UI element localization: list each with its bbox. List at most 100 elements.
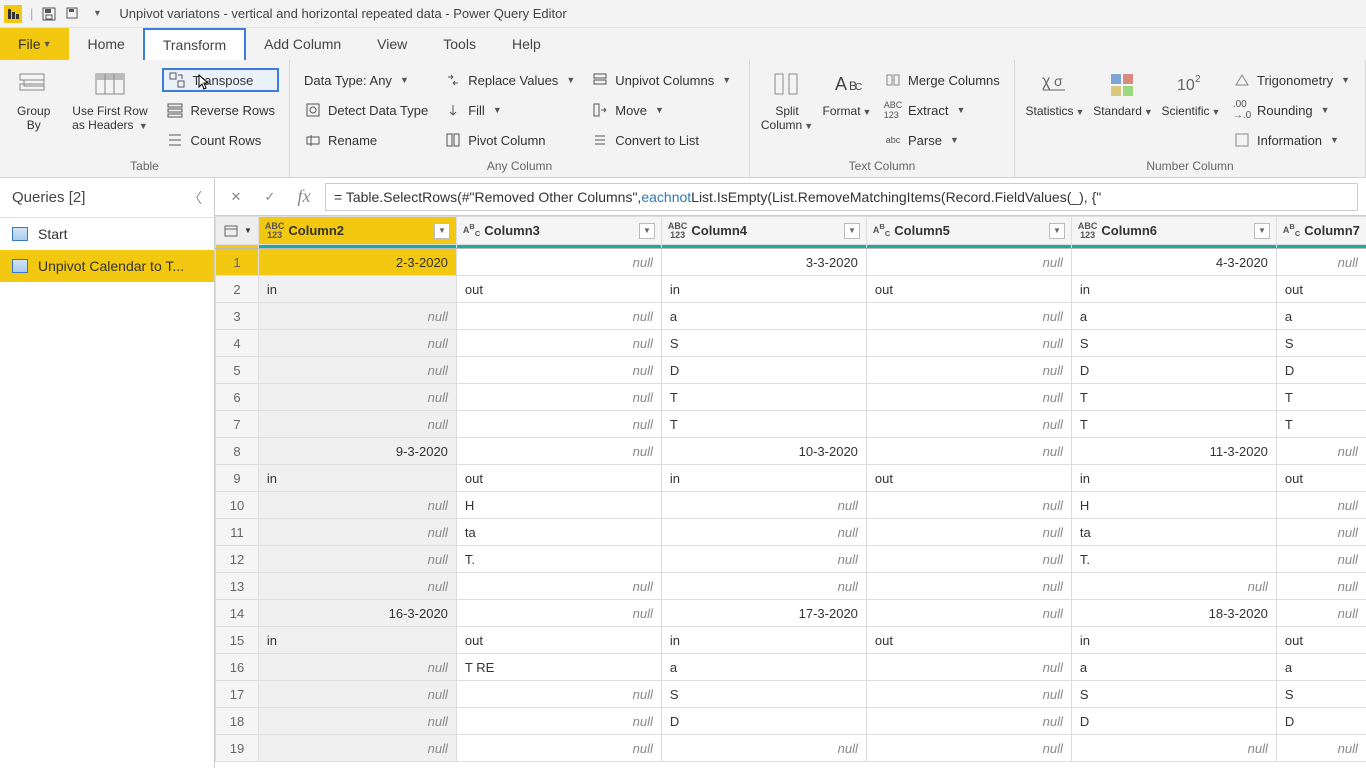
cell[interactable]: 2-3-2020 (258, 249, 456, 276)
cell[interactable]: null (866, 708, 1071, 735)
table-row[interactable]: 9inoutinoutinout (216, 465, 1366, 492)
cell[interactable]: T RE (456, 654, 661, 681)
cell[interactable]: 10-3-2020 (661, 438, 866, 465)
statistics-button[interactable]: χσ Statistics▼ (1025, 64, 1085, 118)
save-icon[interactable] (39, 4, 59, 24)
table-row[interactable]: 17nullnullSnullSS (216, 681, 1366, 708)
row-number[interactable]: 13 (216, 573, 259, 600)
cell[interactable]: 17-3-2020 (661, 600, 866, 627)
row-number[interactable]: 10 (216, 492, 259, 519)
cell[interactable]: null (456, 249, 661, 276)
query-item-unpivot[interactable]: Unpivot Calendar to T... (0, 250, 214, 282)
fx-icon[interactable]: fx (291, 184, 317, 210)
tab-help[interactable]: Help (494, 28, 559, 60)
cell[interactable]: a (661, 303, 866, 330)
cell[interactable]: in (661, 627, 866, 654)
cell[interactable]: null (258, 681, 456, 708)
cell[interactable]: 11-3-2020 (1071, 438, 1276, 465)
cell[interactable]: null (866, 249, 1071, 276)
cell[interactable]: null (1071, 735, 1276, 762)
row-number[interactable]: 9 (216, 465, 259, 492)
cell[interactable]: T. (1071, 546, 1276, 573)
table-row[interactable]: 18nullnullDnullDD (216, 708, 1366, 735)
split-column-button[interactable]: Split Column▼ (760, 64, 814, 132)
cell[interactable]: null (258, 492, 456, 519)
cell[interactable]: null (258, 708, 456, 735)
cell[interactable]: null (866, 357, 1071, 384)
data-grid-scroll[interactable]: ▼ ABC123Column2▼ ABCColumn3▼ ABC123Colum… (215, 216, 1366, 768)
cell[interactable]: 18-3-2020 (1071, 600, 1276, 627)
cell[interactable]: out (1276, 627, 1366, 654)
accept-formula-icon[interactable]: ✓ (257, 184, 283, 210)
cell[interactable]: null (866, 492, 1071, 519)
cell[interactable]: T (1071, 384, 1276, 411)
cell[interactable]: T (1276, 411, 1366, 438)
cell[interactable]: a (661, 654, 866, 681)
cell[interactable]: null (1276, 600, 1366, 627)
row-number[interactable]: 14 (216, 600, 259, 627)
cell[interactable]: in (1071, 465, 1276, 492)
cell[interactable]: null (456, 600, 661, 627)
cell[interactable]: null (1276, 438, 1366, 465)
trigonometry-button[interactable]: Trigonometry▼ (1229, 68, 1354, 92)
cell[interactable]: D (1071, 708, 1276, 735)
cell[interactable]: out (866, 627, 1071, 654)
table-row[interactable]: 11nulltanullnulltanull (216, 519, 1366, 546)
row-number[interactable]: 18 (216, 708, 259, 735)
filter-icon[interactable]: ▼ (844, 223, 860, 239)
cell[interactable]: null (661, 492, 866, 519)
cell[interactable]: null (258, 330, 456, 357)
cell[interactable]: in (258, 465, 456, 492)
tab-home[interactable]: Home (69, 28, 142, 60)
cell[interactable]: null (866, 654, 1071, 681)
cell[interactable]: null (1276, 573, 1366, 600)
row-number[interactable]: 1 (216, 249, 259, 276)
reverse-rows-button[interactable]: Reverse Rows (162, 98, 279, 122)
cell[interactable]: null (661, 573, 866, 600)
use-first-row-button[interactable]: Use First Row as Headers ▼ (65, 64, 154, 132)
tab-view[interactable]: View (359, 28, 425, 60)
column-header-2[interactable]: ABC123Column2▼ (258, 217, 456, 245)
parse-button[interactable]: abc Parse▼ (880, 128, 1004, 152)
row-number[interactable]: 8 (216, 438, 259, 465)
row-number[interactable]: 16 (216, 654, 259, 681)
format-button[interactable]: ABC Format▼ (822, 64, 872, 118)
cell[interactable]: a (1276, 303, 1366, 330)
cell[interactable]: D (1071, 357, 1276, 384)
cell[interactable]: in (258, 276, 456, 303)
table-row[interactable]: 4nullnullSnullSS (216, 330, 1366, 357)
data-type-button[interactable]: Data Type: Any▼ (300, 68, 432, 92)
cell[interactable]: 4-3-2020 (1071, 249, 1276, 276)
cell[interactable]: null (1071, 573, 1276, 600)
cell[interactable]: ta (1071, 519, 1276, 546)
cell[interactable]: a (1276, 654, 1366, 681)
cell[interactable]: in (1071, 627, 1276, 654)
cell[interactable]: null (456, 735, 661, 762)
transpose-button[interactable]: Transpose (162, 68, 279, 92)
cell[interactable]: null (258, 384, 456, 411)
qat-dropdown[interactable]: ▾ (87, 4, 107, 24)
table-row[interactable]: 7nullnullTnullTT (216, 411, 1366, 438)
move-button[interactable]: Move▼ (587, 98, 735, 122)
cell[interactable]: out (456, 276, 661, 303)
row-number[interactable]: 7 (216, 411, 259, 438)
cell[interactable]: out (1276, 276, 1366, 303)
row-number[interactable]: 12 (216, 546, 259, 573)
detect-data-type-button[interactable]: Detect Data Type (300, 98, 432, 122)
cell[interactable]: null (456, 330, 661, 357)
row-number[interactable]: 17 (216, 681, 259, 708)
cell[interactable]: null (661, 546, 866, 573)
cell[interactable]: out (866, 465, 1071, 492)
table-row[interactable]: 16nullT REanullaa (216, 654, 1366, 681)
cell[interactable]: in (661, 465, 866, 492)
cell[interactable]: null (456, 573, 661, 600)
tab-add-column[interactable]: Add Column (246, 28, 359, 60)
cell[interactable]: null (866, 303, 1071, 330)
cell[interactable]: null (866, 438, 1071, 465)
tab-tools[interactable]: Tools (425, 28, 494, 60)
cell[interactable]: S (1276, 681, 1366, 708)
collapse-pane-icon[interactable]: 〈 (188, 188, 202, 208)
table-row[interactable]: 1416-3-2020null17-3-2020null18-3-2020nul… (216, 600, 1366, 627)
cell[interactable]: out (866, 276, 1071, 303)
cell[interactable]: null (661, 735, 866, 762)
